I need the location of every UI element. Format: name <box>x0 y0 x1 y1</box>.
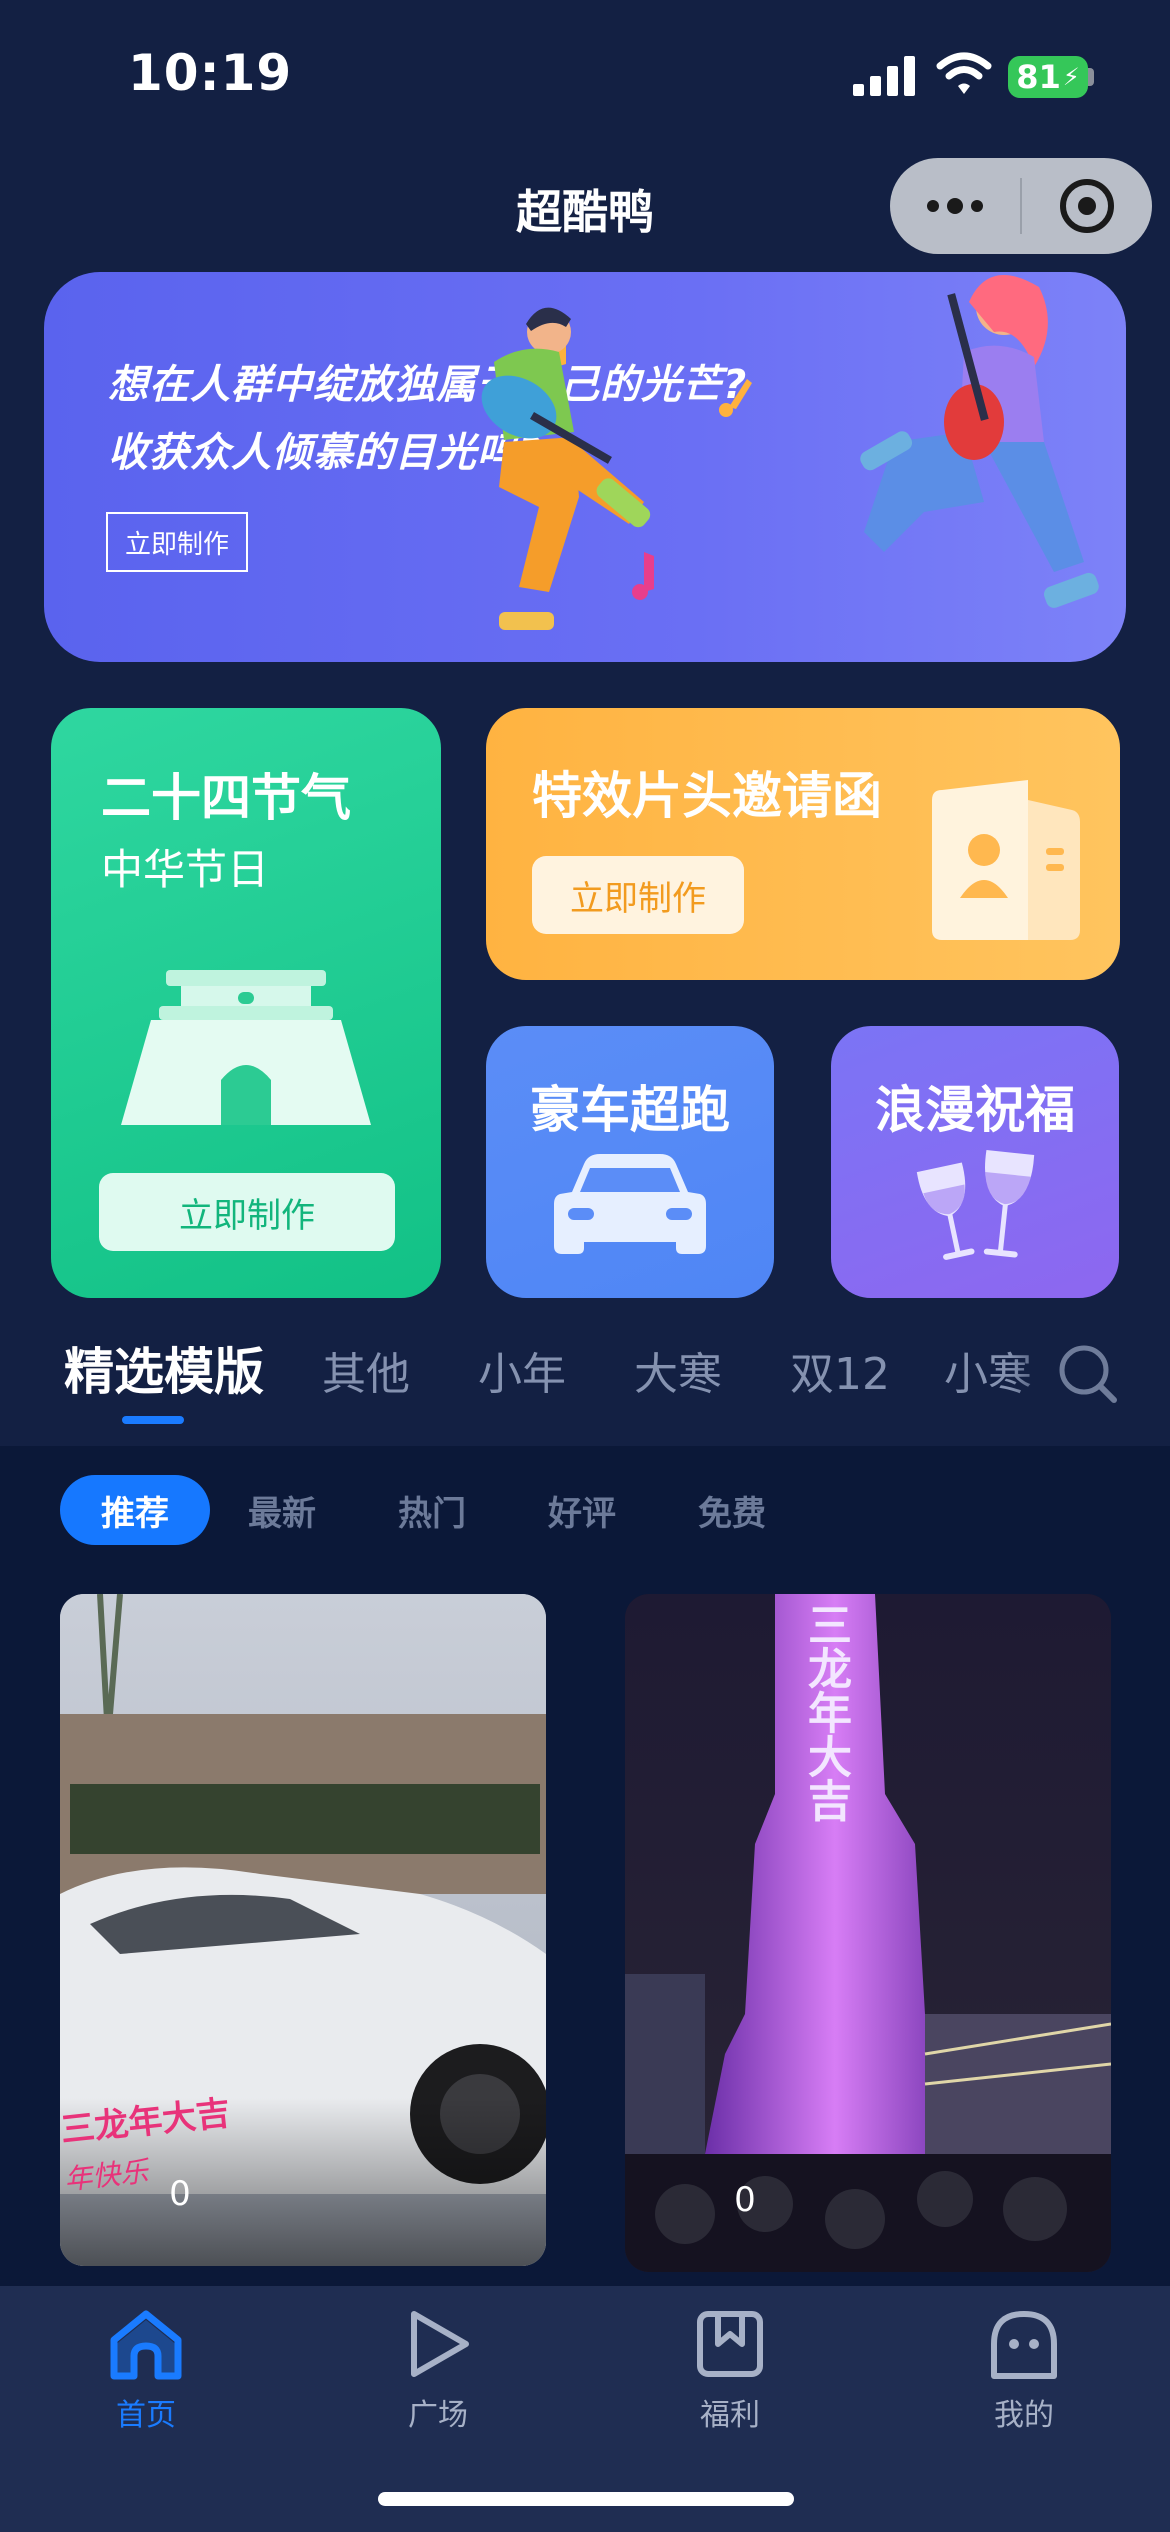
more-dot-icon <box>971 200 983 212</box>
thumbnail-view-count: 0 <box>169 2174 191 2214</box>
invitation-make-button[interactable]: 立即制作 <box>532 856 744 934</box>
solar-terms-card[interactable]: 二十四节气 中华节日 立即制作 <box>51 708 441 1298</box>
romantic-blessing-card[interactable]: 浪漫祝福 <box>831 1026 1119 1298</box>
tab-other[interactable]: 其他 <box>322 1338 410 1402</box>
more-dot-icon <box>927 200 939 212</box>
filter-chip-free[interactable]: 免费 <box>698 1475 766 1545</box>
car-icon <box>554 1154 706 1254</box>
filter-chip-latest[interactable]: 最新 <box>248 1475 316 1545</box>
active-tab-indicator <box>122 1416 184 1424</box>
template-thumbnail[interactable]: 三龙年大吉 0 <box>625 1594 1111 2272</box>
home-indicator <box>378 2492 794 2506</box>
filter-chip-recommended[interactable]: 推荐 <box>60 1475 210 1545</box>
wine-glasses-icon <box>916 1149 1035 1260</box>
ghost-face-icon <box>991 2311 1057 2379</box>
target-icon <box>1060 179 1114 233</box>
palace-gate-icon <box>121 970 371 1125</box>
nav-square-label: 广场 <box>408 2398 468 2433</box>
nav-square[interactable]: 广场 <box>368 2306 508 2434</box>
wifi-icon <box>936 52 992 94</box>
nav-home[interactable]: 首页 <box>76 2306 216 2434</box>
miniprogram-capsule <box>890 158 1152 254</box>
thumbnail-overlay-text: 三龙年大吉 <box>800 1602 851 1822</box>
nav-benefits-label: 福利 <box>700 2398 760 2433</box>
battery-level: 81 <box>1016 58 1061 96</box>
close-miniprogram-button[interactable] <box>1022 158 1152 254</box>
charging-bolt-icon: ⚡ <box>1062 63 1080 91</box>
thumbnail-view-count: 0 <box>734 2180 756 2220</box>
solar-terms-make-button[interactable]: 立即制作 <box>99 1173 395 1251</box>
invitation-card-icon <box>932 780 1080 940</box>
tab-double12[interactable]: 双12 <box>790 1338 890 1402</box>
status-time: 10:19 <box>128 44 293 102</box>
tab-xiaonian[interactable]: 小年 <box>478 1338 566 1402</box>
promo-banner[interactable]: 想在人群中绽放独属于自己的光芒? 收获众人倾慕的目光吗? 立即制作 <box>44 272 1126 662</box>
filter-chip-top-rated[interactable]: 好评 <box>548 1475 616 1545</box>
template-thumbnail[interactable]: 三龙年大吉 年快乐 0 <box>60 1594 546 2266</box>
category-tabs: 精选模版 其他 小年 大寒 双12 小寒 <box>0 1320 1170 1440</box>
nav-home-label: 首页 <box>116 2398 176 2433</box>
musicians-illustration <box>481 275 1099 630</box>
tab-featured[interactable]: 精选模版 <box>64 1332 264 1404</box>
filter-chip-hot[interactable]: 热门 <box>398 1475 466 1545</box>
play-icon <box>411 2311 469 2377</box>
more-dot-icon <box>947 198 963 214</box>
more-options-button[interactable] <box>890 158 1020 254</box>
tower-lights-thumbnail-image <box>625 1594 1111 2272</box>
solar-terms-subtitle: 中华节日 <box>101 845 270 894</box>
invitation-card[interactable]: 特效片头邀请函 立即制作 <box>486 708 1120 980</box>
luxury-car-title: 豪车超跑 <box>530 1081 730 1139</box>
search-icon[interactable] <box>1058 1340 1118 1410</box>
tab-dahan[interactable]: 大寒 <box>634 1338 722 1402</box>
solar-terms-title: 二十四节气 <box>101 769 351 827</box>
nav-profile-label: 我的 <box>994 2398 1054 2433</box>
nav-profile[interactable]: 我的 <box>954 2306 1094 2434</box>
battery-cap <box>1088 68 1094 86</box>
battery-indicator: 81 ⚡ <box>1008 56 1088 98</box>
nav-benefits[interactable]: 福利 <box>660 2306 800 2434</box>
home-icon <box>110 2310 182 2380</box>
bookmark-icon <box>697 2311 763 2377</box>
invitation-title: 特效片头邀请函 <box>532 767 882 825</box>
banner-make-button[interactable]: 立即制作 <box>106 512 248 572</box>
romantic-blessing-title: 浪漫祝福 <box>875 1081 1075 1139</box>
luxury-car-card[interactable]: 豪车超跑 <box>486 1026 774 1298</box>
cellular-signal-icon <box>853 56 915 96</box>
